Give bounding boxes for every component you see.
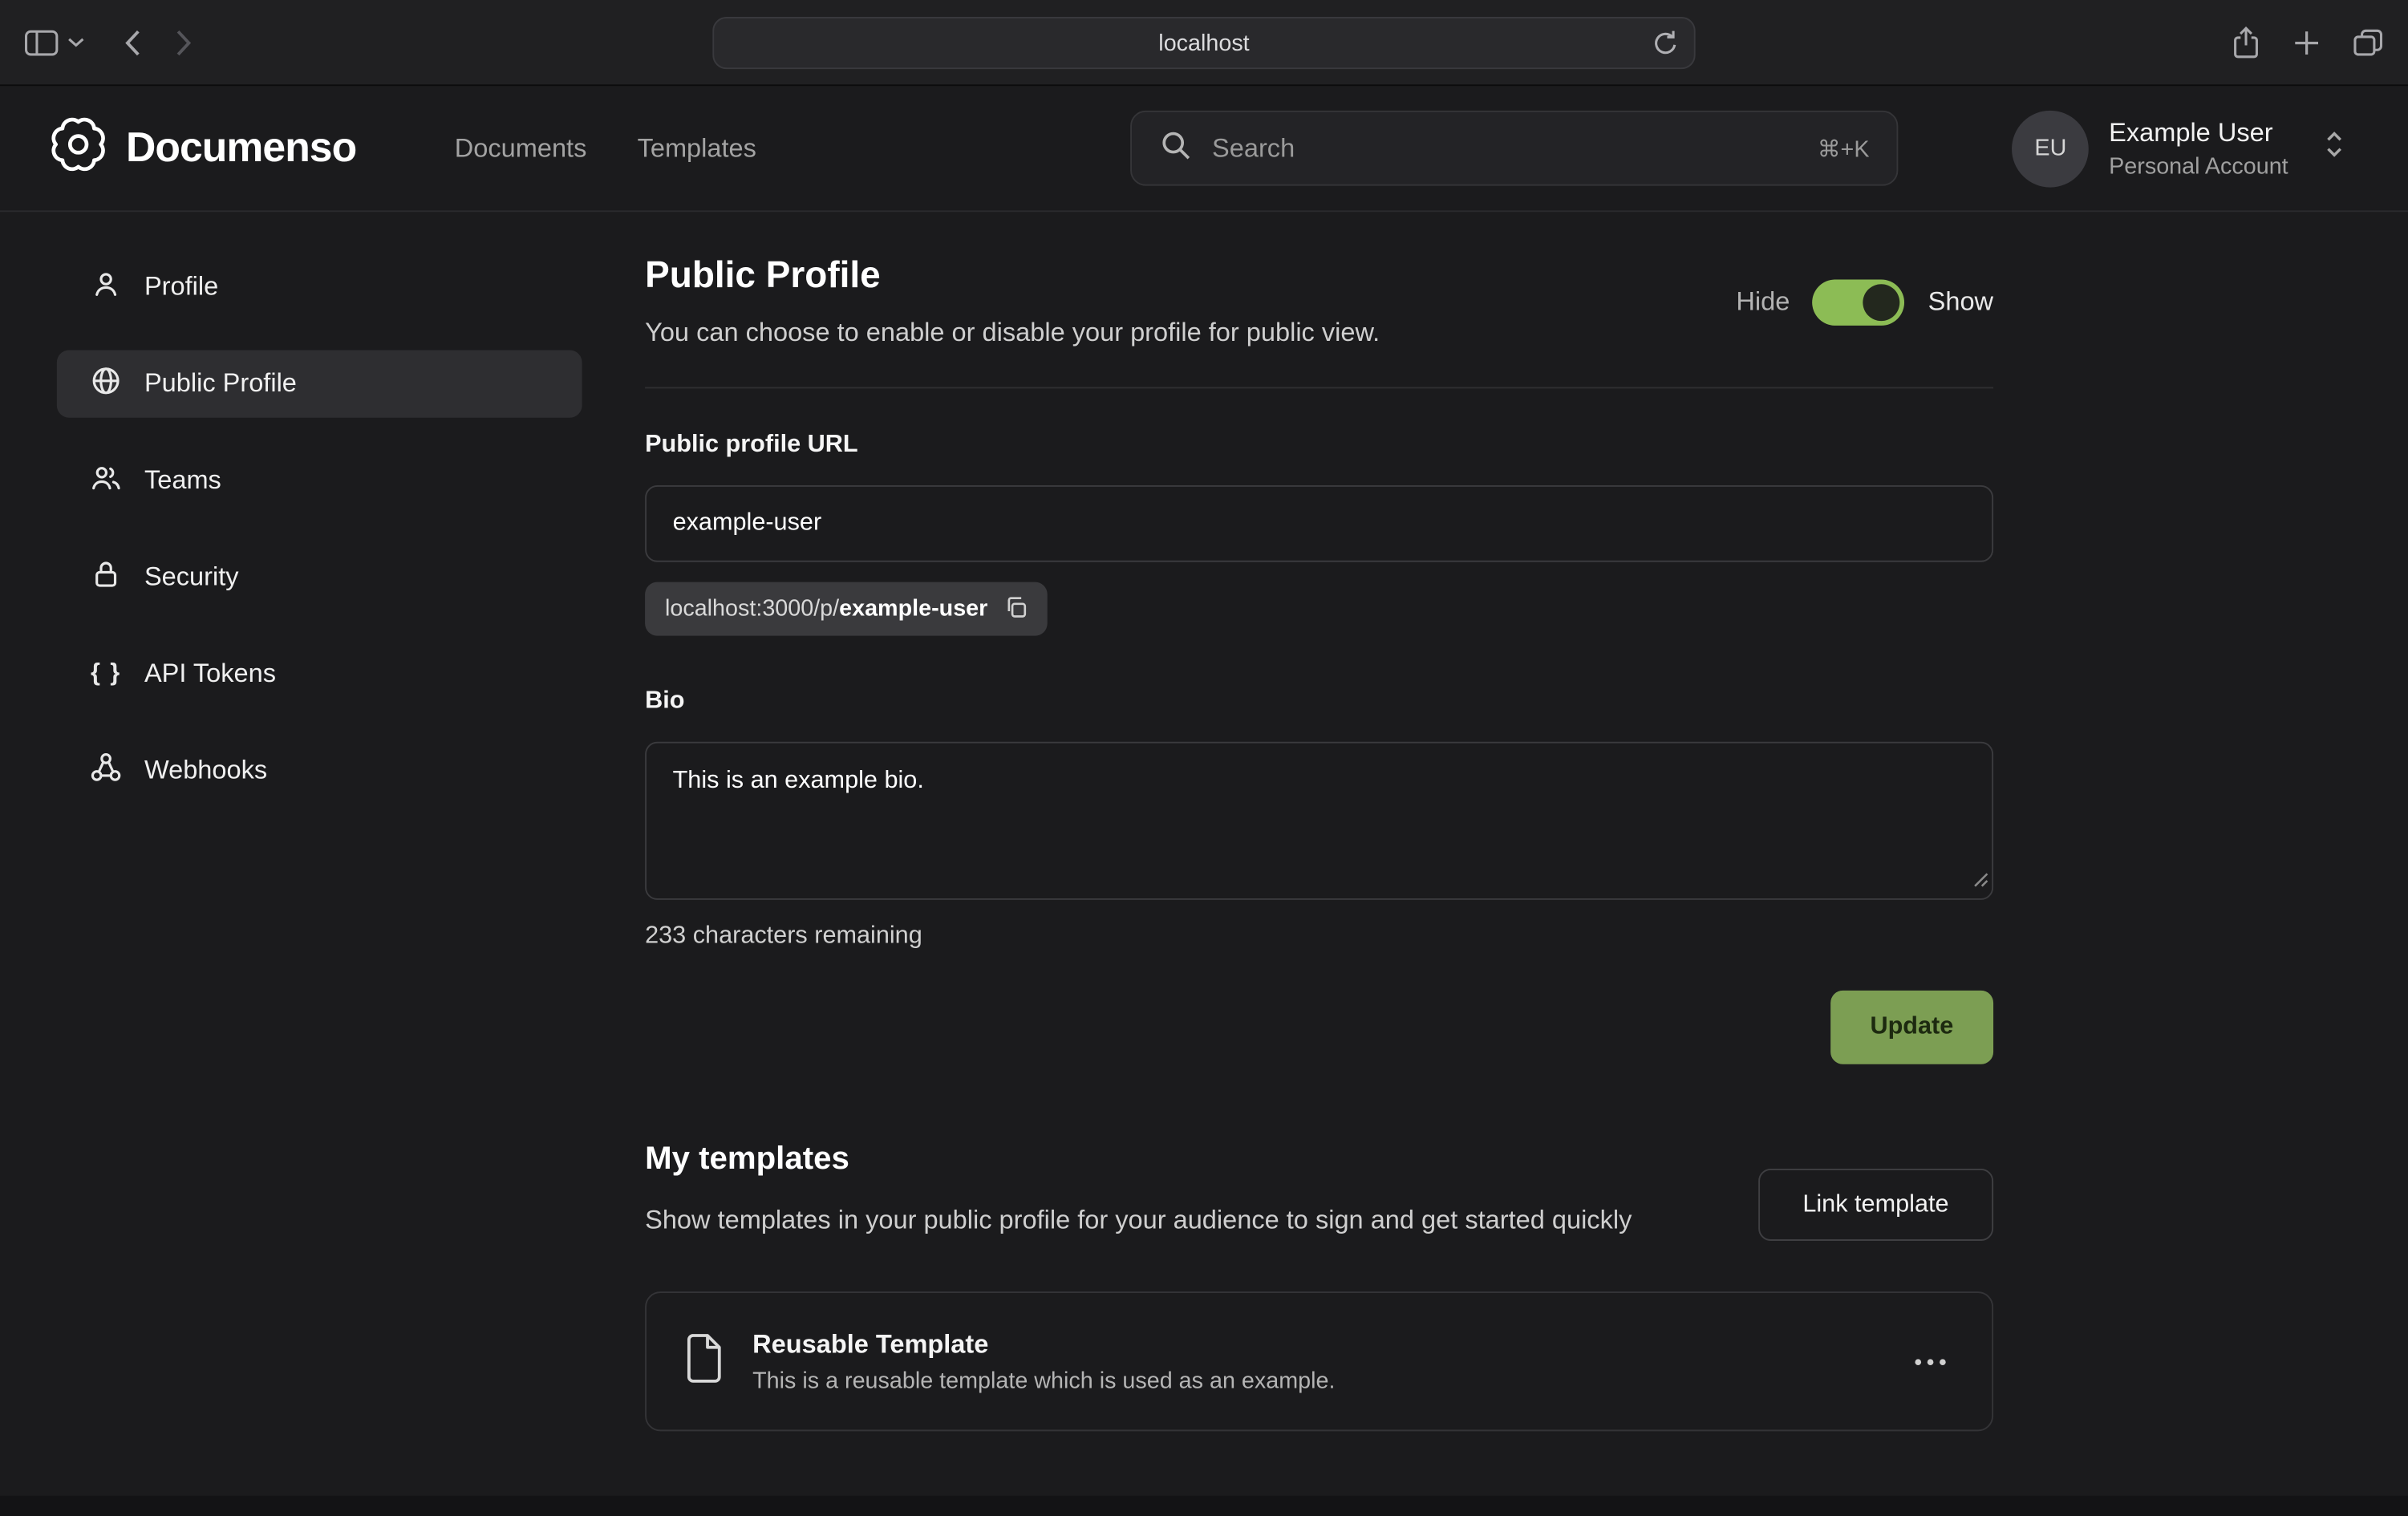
sidebar-item-public-profile[interactable]: Public Profile [57, 351, 582, 418]
webhook-icon [89, 750, 123, 792]
new-tab-button[interactable] [2292, 28, 2320, 55]
copy-url-button[interactable] [1004, 595, 1028, 622]
avatar-initials: EU [2034, 135, 2066, 161]
plus-icon [2292, 28, 2320, 55]
globe-icon [89, 363, 123, 405]
sidebar-menu-chevron-button[interactable] [67, 37, 84, 47]
page-title: Public Profile [645, 255, 1380, 298]
reload-button[interactable] [1652, 29, 1679, 58]
my-templates-description: Show templates in your public profile fo… [645, 1201, 1632, 1241]
braces-icon: { } [89, 660, 123, 687]
sidebar-item-teams[interactable]: Teams [57, 447, 582, 514]
bio-label: Bio [645, 688, 1993, 715]
sidebar-item-profile[interactable]: Profile [57, 253, 582, 321]
forward-chevron-icon [175, 28, 192, 55]
toggle-knob [1863, 283, 1900, 320]
chevron-down-icon [67, 37, 84, 47]
browser-toolbar: localhost [0, 0, 2408, 86]
settings-sidebar: Profile Public Profile Teams [57, 253, 582, 834]
template-name: Reusable Template [752, 1330, 1335, 1360]
address-url-text: localhost [1158, 30, 1249, 56]
brand[interactable]: Documenso [51, 117, 356, 180]
sidebar-item-label: Webhooks [144, 756, 267, 786]
sidebar-item-api-tokens[interactable]: { } API Tokens [57, 640, 582, 707]
copy-icon [1004, 595, 1028, 622]
sidebar-item-label: Profile [144, 272, 218, 302]
user-account-type: Personal Account [2109, 152, 2288, 179]
profile-visibility-toggle[interactable] [1813, 278, 1905, 324]
section-divider [645, 387, 1993, 388]
ellipsis-icon [1915, 1359, 1921, 1365]
user-menu[interactable]: EU Example User Personal Account [2013, 110, 2347, 187]
back-chevron-icon [124, 28, 141, 55]
sidebar-panel-icon [25, 28, 59, 55]
share-button[interactable] [2232, 26, 2260, 59]
public-profile-settings: Public Profile You can choose to enable … [645, 212, 1993, 1432]
main-nav: Documents Templates [455, 133, 756, 164]
toggle-show-label: Show [1928, 286, 1993, 317]
nav-templates[interactable]: Templates [638, 133, 756, 164]
bio-textarea[interactable]: This is an example bio. [645, 742, 1993, 900]
my-templates-title: My templates [645, 1141, 1632, 1178]
tab-overview-button[interactable] [2353, 27, 2383, 56]
users-icon [89, 460, 123, 501]
chevrons-up-down-icon [2322, 129, 2347, 168]
search-input[interactable]: Search ⌘+K [1131, 111, 1899, 186]
search-shortcut-badge: ⌘+K [1818, 135, 1870, 162]
browser-window: localhost [0, 0, 2408, 1516]
profile-url-input[interactable] [645, 485, 1993, 562]
brand-name: Documenso [126, 124, 356, 172]
back-button[interactable] [124, 28, 141, 55]
sidebar-item-webhooks[interactable]: Webhooks [57, 737, 582, 805]
link-template-button[interactable]: Link template [1758, 1169, 1993, 1241]
page-subtitle: You can choose to enable or disable your… [645, 318, 1380, 348]
documenso-logo-icon [51, 117, 106, 180]
address-bar[interactable]: localhost [712, 17, 1695, 69]
share-icon [2232, 26, 2260, 59]
sidebar-item-label: Teams [144, 465, 221, 496]
sidebar-item-label: Security [144, 562, 239, 593]
sidebar-item-label: API Tokens [144, 659, 276, 689]
update-button[interactable]: Update [1830, 991, 1993, 1064]
lock-icon [89, 557, 123, 598]
template-description: This is a reusable template which is use… [752, 1368, 1335, 1395]
template-more-options-button[interactable] [1906, 1350, 1955, 1375]
app-header: Documenso Documents Templates Search ⌘+K… [0, 86, 2408, 212]
search-placeholder: Search [1212, 133, 1295, 164]
profile-url-preview: localhost:3000/p/example-user [645, 582, 1048, 636]
user-icon [89, 266, 123, 308]
forward-button[interactable] [175, 28, 192, 55]
sidebar-item-security[interactable]: Security [57, 544, 582, 611]
template-card: Reusable Template This is a reusable tem… [645, 1292, 1993, 1432]
url-prefix: localhost:3000/p/ [665, 596, 839, 622]
file-icon [683, 1333, 725, 1392]
tabs-icon [2353, 27, 2383, 56]
search-icon [1160, 128, 1192, 168]
user-name: Example User [2109, 117, 2288, 148]
toggle-hide-label: Hide [1736, 286, 1790, 317]
window-bottom-edge [0, 1496, 2408, 1516]
reload-icon [1652, 29, 1679, 58]
sidebar-toggle-button[interactable] [25, 28, 59, 55]
sidebar-item-label: Public Profile [144, 368, 297, 399]
characters-remaining: 233 characters remaining [645, 923, 1993, 951]
url-slug: example-user [839, 596, 987, 622]
avatar: EU [2013, 110, 2090, 187]
profile-url-label: Public profile URL [645, 432, 1993, 459]
nav-documents[interactable]: Documents [455, 133, 587, 164]
